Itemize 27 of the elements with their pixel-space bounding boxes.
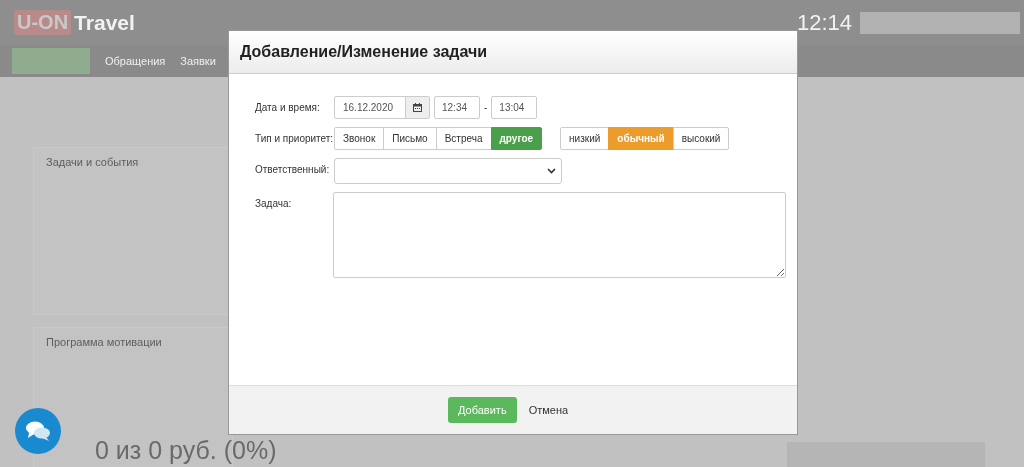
field-label: Ответственный: bbox=[255, 163, 331, 175]
assignee-select[interactable] bbox=[334, 158, 562, 184]
time-separator: - bbox=[484, 102, 488, 113]
chat-button[interactable] bbox=[15, 408, 61, 454]
task-type-button[interactable]: Встреча bbox=[435, 127, 492, 150]
date-field[interactable]: 16.12.2020 bbox=[334, 96, 430, 119]
task-type-button[interactable]: Письмо bbox=[383, 127, 437, 150]
priority-button[interactable]: высокий bbox=[672, 127, 730, 150]
cancel-button[interactable]: Отмена bbox=[528, 404, 569, 416]
user-menu[interactable] bbox=[860, 11, 1020, 34]
clock-time: 12:14 bbox=[796, 9, 852, 36]
field-label: Дата и время: bbox=[255, 101, 321, 113]
time-field[interactable]: 13:04 bbox=[491, 96, 538, 119]
task-type-button[interactable]: Звонок bbox=[334, 127, 385, 150]
priority-button[interactable]: низкий bbox=[560, 127, 610, 150]
panel-title: Программа мотивации bbox=[46, 336, 163, 348]
chevron-down-icon bbox=[547, 168, 556, 174]
chat-bubbles-icon bbox=[25, 420, 51, 442]
time-field[interactable]: 12:34 bbox=[434, 96, 480, 119]
motivation-stat: 0 из 0 руб. (0%) bbox=[95, 436, 277, 465]
calendar-icon bbox=[413, 103, 422, 112]
field-label: Тип и приоритет: bbox=[255, 132, 334, 144]
task-textarea[interactable] bbox=[333, 192, 786, 278]
dialog-title: Добавление/Изменение задачи bbox=[240, 43, 488, 61]
field-label: Задача: bbox=[255, 197, 293, 209]
panel-title: Задачи и события bbox=[46, 156, 140, 168]
nav-button[interactable] bbox=[12, 48, 90, 74]
